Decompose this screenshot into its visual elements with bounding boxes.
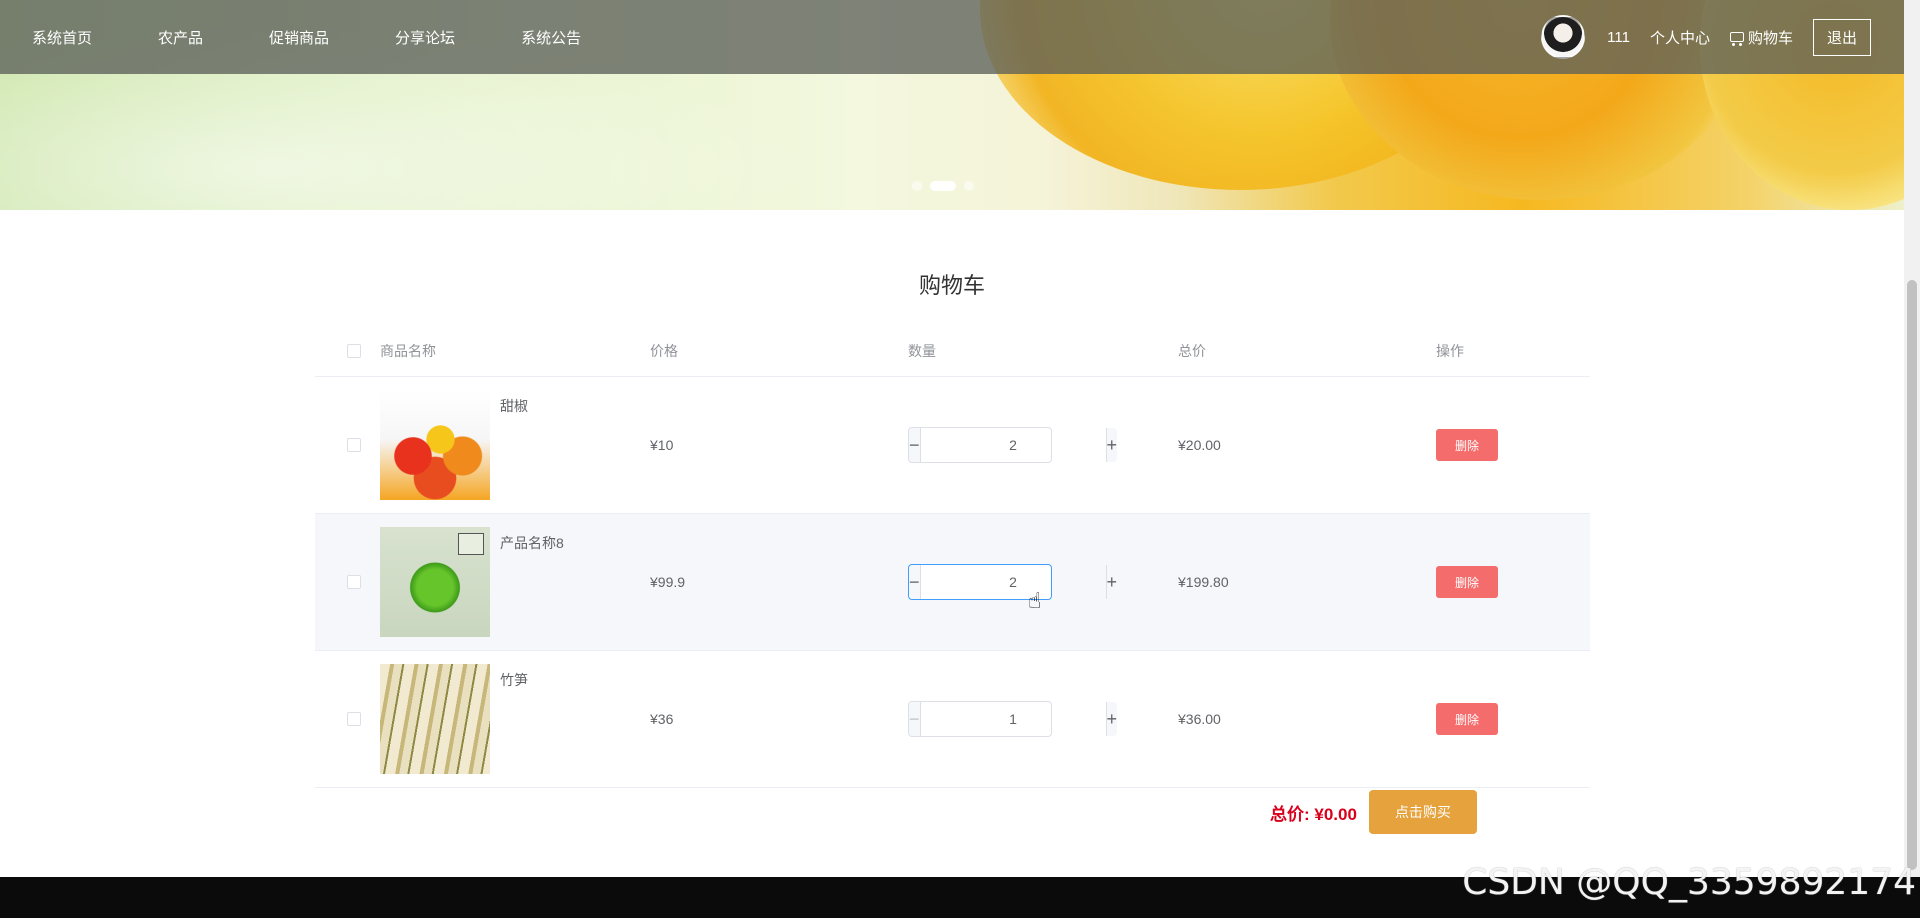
nav-item-home[interactable]: 系统首页 [32,27,92,48]
avatar[interactable] [1541,15,1586,59]
quantity-stepper: − + [908,427,1118,463]
row-total: ¥199.80 [1178,574,1229,590]
watermark: CSDN @QQ_3359892174 [1462,862,1916,903]
table-header: 商品名称 价格 数量 总价 操作 [315,325,1590,377]
header-op: 操作 [1436,342,1464,359]
row-checkbox[interactable] [346,575,361,589]
scrollbar-thumb[interactable] [1907,280,1917,870]
user-area: 111 个人中心 购物车 退出 [1541,0,1871,74]
op-cell: 删除 [1436,703,1586,735]
header-price: 价格 [650,342,678,359]
product-cell: 竹笋 [380,664,644,774]
quantity-stepper: − + [908,701,1118,737]
row-total: ¥36.00 [1178,711,1221,727]
carousel-dot[interactable] [912,181,922,191]
cart-link-label: 购物车 [1747,29,1793,47]
row-select-cell [315,712,380,726]
product-price: ¥10 [650,437,674,453]
product-image-tag [458,533,484,555]
carousel-dot-active[interactable] [930,181,956,191]
page-title: 购物车 [918,273,985,298]
decrease-button[interactable]: − [909,428,921,462]
quantity-input[interactable] [920,565,1106,599]
product-image[interactable] [380,664,490,774]
quantity-input[interactable] [920,428,1106,462]
nav-item-promotions[interactable]: 促销商品 [269,27,329,48]
top-nav: 系统首页 农产品 促销商品 分享论坛 系统公告 111 个人中心 购物车 退出 [0,0,1904,74]
select-all-checkbox[interactable] [346,343,361,358]
op-cell: 删除 [1436,566,1586,598]
increase-button[interactable]: + [1105,428,1118,462]
product-name: 产品名称8 [500,535,564,551]
increase-button[interactable]: + [1105,702,1118,736]
delete-button[interactable]: 删除 [1436,703,1498,735]
cart-icon [1729,32,1744,46]
table-row: 产品名称8 ¥99.9 − + ¥199.80 删除 [315,514,1590,651]
header-qty: 数量 [908,342,936,359]
header-total: 总价 [1178,342,1206,359]
product-price: ¥36 [650,711,674,727]
product-price: ¥99.9 [650,574,686,590]
carousel-indicators [912,181,974,191]
nav-item-announcements[interactable]: 系统公告 [521,27,581,48]
product-name: 竹笋 [500,672,528,688]
buy-button[interactable]: 点击购买 [1368,790,1477,834]
op-cell: 删除 [1436,429,1586,461]
quantity-input[interactable] [920,702,1106,736]
product-cell: 甜椒 [380,390,644,500]
row-checkbox[interactable] [346,712,361,726]
hand-cursor-icon: ☝ [1028,588,1042,613]
row-total: ¥20.00 [1178,437,1221,453]
product-image[interactable] [380,390,490,500]
nav-item-forum[interactable]: 分享论坛 [395,27,455,48]
page-scrollbar[interactable] [1904,0,1920,877]
increase-button[interactable]: + [1105,565,1118,599]
personal-center-link[interactable]: 个人中心 [1650,27,1710,48]
nav-item-products[interactable]: 农产品 [158,27,203,48]
decrease-button[interactable]: − [909,565,921,599]
delete-button[interactable]: 删除 [1436,566,1498,598]
header-select-cell [315,343,380,358]
cart-table: 商品名称 价格 数量 总价 操作 甜椒 ¥10 − + ¥20.00 删除 [315,325,1590,788]
cart-total: 总价: ¥0.00 [1270,804,1357,824]
table-row: 甜椒 ¥10 − + ¥20.00 删除 [315,377,1590,514]
qty-cell: − + [908,701,1172,737]
nav-menu: 系统首页 农产品 促销商品 分享论坛 系统公告 [0,0,647,74]
row-select-cell [315,575,380,589]
header-name: 商品名称 [380,342,436,359]
logout-button[interactable]: 退出 [1812,18,1871,56]
delete-button[interactable]: 删除 [1436,429,1498,461]
product-image[interactable] [380,527,490,637]
table-row: 竹笋 ¥36 − + ¥36.00 删除 [315,651,1590,788]
product-name: 甜椒 [500,398,528,414]
row-select-cell [315,438,380,452]
cart-summary: 总价: ¥0.00 点击购买 [1270,790,1477,834]
qty-cell: − + [908,427,1172,463]
product-cell: 产品名称8 [380,527,644,637]
cart-link[interactable]: 购物车 [1729,27,1793,48]
row-checkbox[interactable] [346,438,361,452]
carousel-dot[interactable] [964,181,974,191]
decrease-button[interactable]: − [909,702,921,736]
username: 111 [1607,28,1630,46]
